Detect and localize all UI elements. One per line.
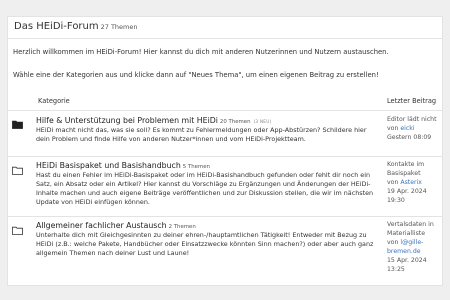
description-line: allgemein Themen nach deiner Lust und La… — [36, 248, 190, 257]
category-description: Hast du einen Fehler im HEiDi-Basispaket… — [36, 171, 378, 207]
forum-header: Das HEiDi-Forum 27 Themen — [7, 16, 443, 39]
intro-text-welcome: Herzlich willkommen im HEiDi-Forum! Hier… — [13, 48, 389, 56]
description-line: Hast du einen Fehler im HEiDi-Basispaket… — [36, 171, 371, 179]
category-row[interactable]: Allgemeiner fachlicher Austausch 2 Themen… — [8, 219, 442, 281]
new-topics-badge: (3 NEU) — [253, 120, 272, 125]
description-line: HEiDi (z.B.: welche Pakete, Handbücher o… — [36, 239, 374, 248]
page: Das HEiDi-Forum 27 Themen Herzlich willko… — [0, 0, 450, 300]
folder-outline-icon — [12, 166, 23, 175]
last-post: Editor lädt nicht von eicki Gestern 08:0… — [387, 116, 442, 143]
column-header-category: Kategorie — [38, 97, 70, 105]
category-row[interactable]: Hilfe & Unterstützung bei Problemen mit … — [8, 114, 442, 156]
folder-outline-icon — [12, 226, 23, 235]
last-post-date: 19 Apr. 2024 — [387, 187, 427, 195]
last-post-title-cont[interactable]: Basispaket — [387, 170, 442, 179]
last-post-author: von l@gille- — [387, 239, 442, 248]
last-post-by-label: von — [387, 238, 399, 246]
description-line: Inhalte machen und auch eigene Beiträge … — [36, 188, 374, 197]
last-post-author: von eicki — [387, 125, 442, 134]
forum-title-text: Das HEiDi-Forum — [14, 21, 99, 32]
last-post-date: Gestern 08:09 — [387, 133, 432, 141]
last-post: Vertalsdaten in Materialliste von l@gill… — [387, 221, 442, 274]
category-description: HEiDi macht nicht das, was sie soll? Es … — [36, 126, 378, 144]
column-header-last-post: Letzter Beitrag — [387, 97, 437, 105]
last-post-title[interactable]: Editor lädt nicht — [387, 116, 442, 125]
description-line: Unterhalte dich mit Gleichgesinnten zu d… — [36, 231, 367, 239]
forum-title: Das HEiDi-Forum 27 Themen — [14, 21, 138, 32]
description-line: Satz, ein Absatz oder ein Artikel? Hier … — [36, 179, 371, 188]
category-title-text[interactable]: Allgemeiner fachlicher Austausch — [36, 221, 167, 230]
description-line: dein Problem und finde Hilfe von anderen… — [36, 134, 306, 143]
forum-topic-count: 27 Themen — [100, 23, 138, 31]
intro-text-instructions: Wähle eine der Kategorien aus und klicke… — [13, 71, 379, 79]
last-post-title[interactable]: Vertalsdaten in — [387, 221, 442, 230]
last-post-user-link[interactable]: l@gille- — [400, 239, 423, 246]
category-topic-count: 5 Themen — [182, 164, 210, 170]
last-post-time: 13:25 — [387, 265, 405, 273]
last-post-user-link[interactable]: Asterix — [400, 179, 422, 186]
category-title[interactable]: Allgemeiner fachlicher Austausch 2 Themen — [36, 221, 196, 230]
category-title[interactable]: Hilfe & Unterstützung bei Problemen mit … — [36, 116, 271, 125]
divider — [8, 156, 442, 157]
description-line: HEiDi macht nicht das, was sie soll? Es … — [36, 126, 367, 134]
category-title[interactable]: HEiDi Basispaket und Basishandbuch 5 Them… — [36, 161, 210, 170]
divider — [8, 110, 442, 111]
description-line: Update von HEiDi einfügen können. — [36, 197, 150, 206]
last-post-title[interactable]: Kontakte im — [387, 161, 442, 170]
category-description: Unterhalte dich mit Gleichgesinnten zu d… — [36, 231, 378, 258]
category-title-text[interactable]: HEiDi Basispaket und Basishandbuch — [36, 161, 181, 170]
last-post-by-label: von — [387, 124, 399, 132]
last-post-by-label: von — [387, 178, 399, 186]
category-topic-count: 2 Themen — [168, 224, 196, 230]
last-post-user-link-cont[interactable]: bremen.de — [387, 248, 442, 257]
last-post-time: 19:30 — [387, 196, 405, 204]
last-post-author: von Asterix — [387, 179, 442, 188]
last-post-user-link[interactable]: eicki — [400, 125, 414, 132]
last-post-title-cont[interactable]: Materialliste — [387, 230, 442, 239]
last-post-date: 15 Apr. 2024 — [387, 256, 427, 264]
last-post: Kontakte im Basispaket von Asterix 19 Ap… — [387, 161, 442, 206]
folder-filled-icon — [12, 120, 23, 129]
category-row[interactable]: HEiDi Basispaket und Basishandbuch 5 Them… — [8, 159, 442, 217]
divider — [8, 216, 442, 217]
category-topic-count: 20 Themen — [219, 119, 251, 125]
forum-panel: Herzlich willkommen im HEiDi-Forum! Hier… — [7, 38, 443, 286]
category-title-text[interactable]: Hilfe & Unterstützung bei Problemen mit … — [36, 116, 218, 125]
